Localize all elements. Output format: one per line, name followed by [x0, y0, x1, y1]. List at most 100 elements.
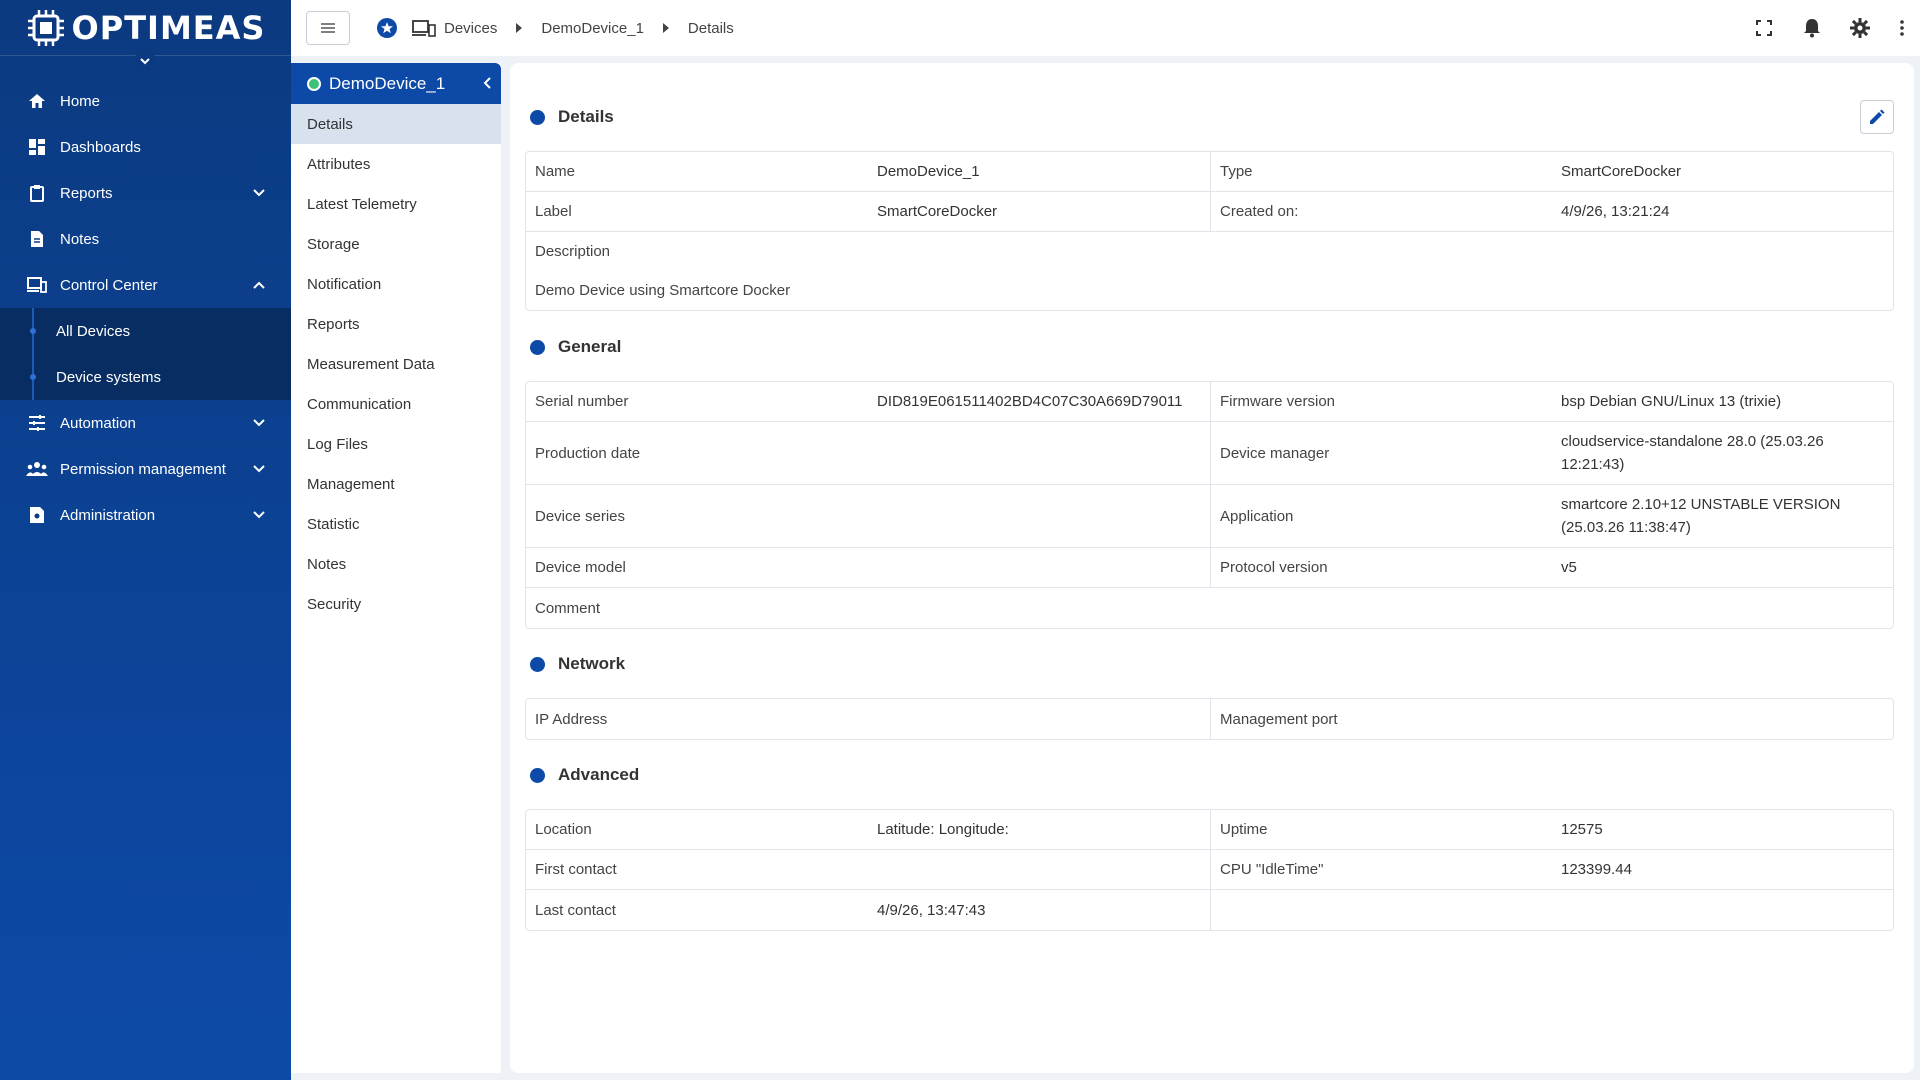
description-label: Description: [535, 243, 611, 260]
table-row: Device model Protocol version v5: [526, 548, 1893, 588]
table-row: Device series Application smartcore 2.10…: [526, 485, 1893, 548]
subnav-item-storage[interactable]: Storage: [291, 224, 501, 264]
device-subnav: DemoDevice_1 Details Attributes Latest T…: [291, 63, 501, 1073]
nav-item-label: Control Center: [60, 276, 158, 294]
clipboard-icon: [30, 185, 44, 202]
network-table: IP Address Management port: [525, 698, 1894, 740]
devices-icon: [27, 277, 47, 293]
breadcrumb: Devices DemoDevice_1 Details: [376, 17, 734, 39]
admin-icon: [30, 507, 44, 523]
advanced-table: Location Latitude: Longitude: Uptime 125…: [525, 809, 1894, 931]
more-options-button[interactable]: [1884, 0, 1920, 56]
fullscreen-button[interactable]: [1740, 0, 1788, 56]
status-online-indicator: [307, 76, 321, 91]
toggle-menu-button[interactable]: [306, 11, 350, 45]
subnav-item-management[interactable]: Management: [291, 464, 501, 504]
chevron-down-icon: [253, 511, 265, 519]
nav-item-notes[interactable]: Notes: [0, 216, 291, 262]
subnav-item-communication[interactable]: Communication: [291, 384, 501, 424]
table-row: Comment: [535, 599, 601, 617]
table-row: Last contact 4/9/26, 13:47:43: [526, 890, 1893, 930]
notifications-button[interactable]: [1788, 0, 1836, 56]
more-vertical-icon: [1900, 20, 1904, 36]
menu-icon: [321, 23, 335, 33]
section-general-title: General: [530, 337, 621, 357]
fullscreen-icon: [1756, 20, 1772, 36]
breadcrumb-current: Details: [687, 19, 734, 37]
note-icon: [31, 231, 43, 247]
section-details-title: Details: [530, 107, 614, 127]
nav-item-label: Administration: [60, 506, 156, 524]
nav-item-label: Notes: [60, 230, 100, 248]
gear-icon: [1850, 18, 1870, 38]
nav-item-label: Reports: [60, 184, 113, 202]
subnav-item-log-files[interactable]: Log Files: [291, 424, 501, 464]
nav-item-device-systems[interactable]: Device systems: [0, 354, 291, 400]
breadcrumb-devices[interactable]: Devices: [444, 20, 497, 37]
subnav-item-attributes[interactable]: Attributes: [291, 144, 501, 184]
nav-item-home[interactable]: Home: [0, 78, 291, 124]
home-icon: [29, 94, 45, 108]
settings-button[interactable]: [1836, 0, 1884, 56]
chevron-down-icon: [253, 465, 265, 473]
table-row: Name DemoDevice_1 Type SmartCoreDocker: [526, 152, 1893, 192]
devices-icon: [412, 20, 436, 37]
subnav-item-notification[interactable]: Notification: [291, 264, 501, 304]
subnav-item-measurement-data[interactable]: Measurement Data: [291, 344, 501, 384]
table-row: Serial number DID819E061511402BD4C07C30A…: [526, 382, 1893, 422]
subnav-item-latest-telemetry[interactable]: Latest Telemetry: [291, 184, 501, 224]
nav-item-label: Permission management: [60, 460, 226, 478]
chevron-down-icon: [253, 419, 265, 427]
subnav-item-security[interactable]: Security: [291, 584, 501, 624]
subnav-item-details[interactable]: Details: [291, 104, 501, 144]
pencil-icon: [1870, 109, 1885, 124]
general-table: Serial number DID819E061511402BD4C07C30A…: [525, 381, 1894, 629]
chevron-left-icon[interactable]: [481, 76, 495, 90]
details-table: Name DemoDevice_1 Type SmartCoreDocker L…: [525, 151, 1894, 311]
nav-item-control-center[interactable]: Control Center: [0, 262, 291, 308]
chip-logo-icon: [27, 9, 64, 46]
subnav-item-reports[interactable]: Reports: [291, 304, 501, 344]
nav-item-label: Automation: [60, 414, 136, 432]
section-network-title: Network: [530, 654, 625, 674]
nav-item-all-devices[interactable]: All Devices: [0, 308, 291, 354]
description-value: Demo Device using Smartcore Docker: [535, 282, 791, 299]
brand-name: OPTIMEAS: [71, 8, 266, 47]
subnav-item-statistic[interactable]: Statistic: [291, 504, 501, 544]
table-row: Description Demo Device using Smartcore …: [526, 232, 1893, 310]
sliders-icon: [29, 415, 45, 431]
nav-item-label: Home: [60, 92, 101, 110]
brand-logo[interactable]: OPTIMEAS: [0, 0, 291, 72]
dashboard-icon: [29, 139, 45, 155]
star-icon[interactable]: [376, 17, 398, 39]
table-row: Label SmartCoreDocker Created on: 4/9/26…: [526, 192, 1893, 232]
nav-item-label: Dashboards: [60, 138, 141, 156]
chevron-down-icon: [253, 189, 265, 197]
device-header: DemoDevice_1: [291, 63, 501, 104]
main-nav: OPTIMEAS Home Dashboards Reports Notes C…: [0, 0, 291, 1080]
table-row: First contact CPU "IdleTime" 123399.44: [526, 850, 1893, 890]
nav-item-reports[interactable]: Reports: [0, 170, 291, 216]
caret-right-icon: [516, 23, 523, 33]
chevron-down-icon: [140, 58, 150, 65]
nav-item-automation[interactable]: Automation: [0, 400, 291, 446]
nav-item-permission-management[interactable]: Permission management: [0, 446, 291, 492]
control-center-subnav: All Devices Device systems: [0, 308, 291, 400]
collapse-logo-button[interactable]: [134, 50, 156, 72]
nav-item-label: Device systems: [56, 368, 162, 386]
nav-item-label: All Devices: [56, 322, 131, 340]
table-row: Production date Device manager cloudserv…: [526, 422, 1893, 485]
caret-right-icon: [662, 23, 669, 33]
table-row: Location Latitude: Longitude: Uptime 125…: [526, 810, 1893, 850]
nav-item-dashboards[interactable]: Dashboards: [0, 124, 291, 170]
device-name: DemoDevice_1: [329, 73, 446, 93]
device-details-card: Details Name DemoDevice_1 Type SmartCore…: [510, 63, 1914, 1073]
people-icon: [26, 462, 48, 476]
edit-button[interactable]: [1860, 100, 1894, 134]
chevron-up-icon: [253, 281, 265, 289]
subnav-item-notes[interactable]: Notes: [291, 544, 501, 584]
nav-item-administration[interactable]: Administration: [0, 492, 291, 538]
top-bar: Devices DemoDevice_1 Details: [291, 0, 1920, 56]
bell-icon: [1804, 19, 1820, 38]
breadcrumb-device[interactable]: DemoDevice_1: [541, 20, 644, 37]
